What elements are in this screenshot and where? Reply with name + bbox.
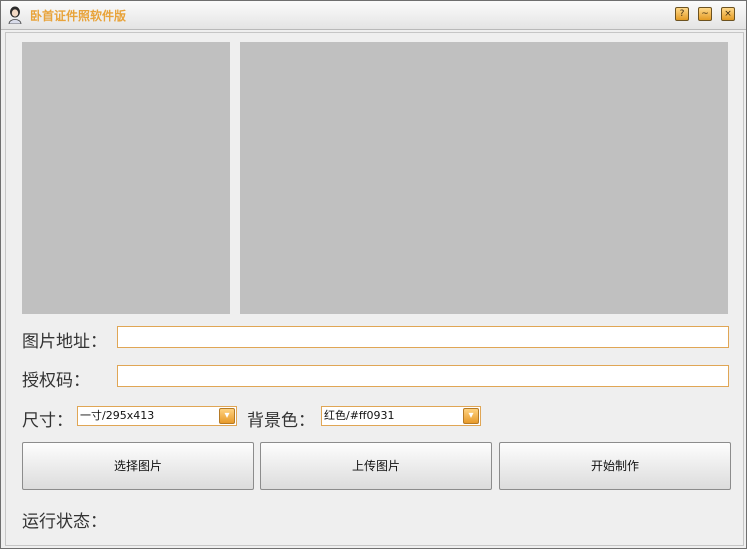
chevron-down-icon[interactable]: ▾ [463,408,479,424]
auth-code-label: 授权码： [22,371,90,391]
start-making-button[interactable]: 开始制作 [499,442,731,490]
background-color-label: 背景色： [247,411,315,431]
run-status-label: 运行状态： [22,512,107,532]
minimize-button[interactable]: ~ [698,7,712,21]
auth-code-input[interactable] [117,365,729,387]
help-button[interactable]: ? [675,7,689,21]
size-label: 尺寸： [22,411,73,431]
background-color-value: 红色/#ff0931 [324,409,395,422]
minimize-icon: ~ [701,9,709,19]
close-icon: × [724,9,732,19]
app-window: 卧首证件照软件版 ? ~ × 图片地址： 授权码： 尺寸： 一寸/295x413… [0,0,747,549]
result-image-preview [240,42,728,314]
title-bar[interactable]: 卧首证件照软件版 ? ~ × [1,1,746,30]
select-image-button[interactable]: 选择图片 [22,442,254,490]
image-path-input[interactable] [117,326,729,348]
help-icon: ? [679,9,685,19]
upload-image-button[interactable]: 上传图片 [260,442,492,490]
image-path-label: 图片地址： [22,332,107,352]
size-select-value: 一寸/295x413 [80,409,155,422]
size-select[interactable]: 一寸/295x413 ▾ [77,406,237,426]
original-image-preview [22,42,230,314]
background-color-select[interactable]: 红色/#ff0931 ▾ [321,406,481,426]
person-icon [8,6,22,24]
close-button[interactable]: × [721,7,735,21]
window-title: 卧首证件照软件版 [30,9,127,23]
chevron-down-icon[interactable]: ▾ [219,408,235,424]
